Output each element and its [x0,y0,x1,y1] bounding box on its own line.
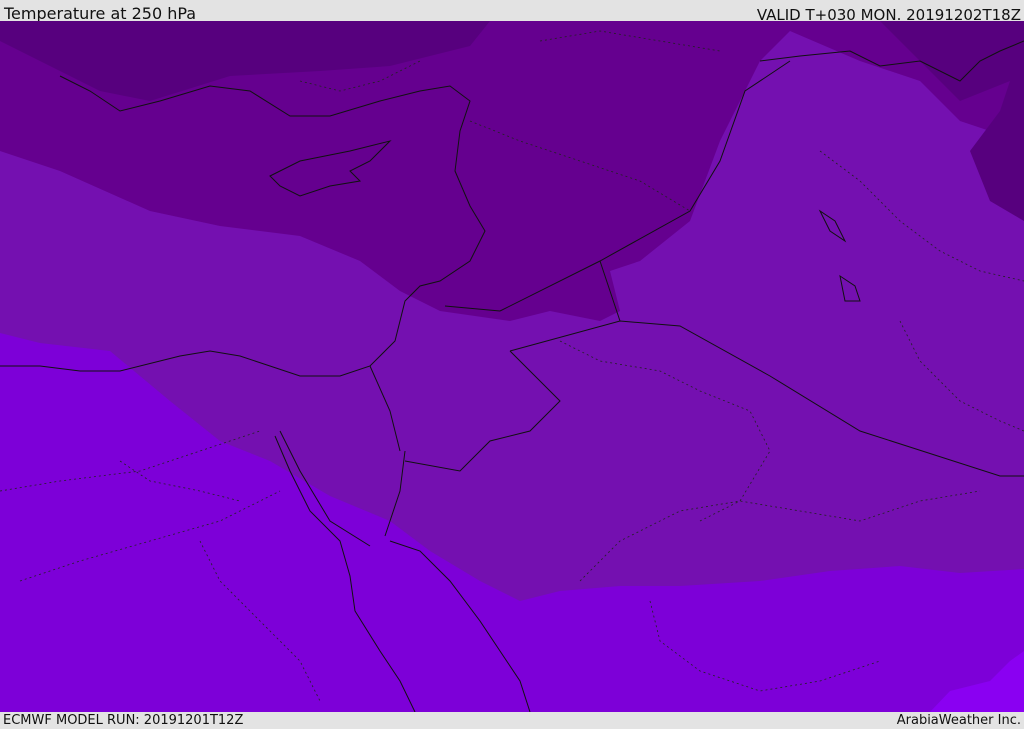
credit-label: ArabiaWeather Inc. [896,713,1021,728]
header-bar: Temperature at 250 hPa VALID T+030 MON. … [0,0,1024,24]
footer-bar: ECMWF MODEL RUN: 20191201T12Z ArabiaWeat… [0,712,1024,729]
model-run-label: ECMWF MODEL RUN: 20191201T12Z [3,713,244,728]
map-area[interactable] [0,21,1024,712]
map-svg [0,21,1024,712]
